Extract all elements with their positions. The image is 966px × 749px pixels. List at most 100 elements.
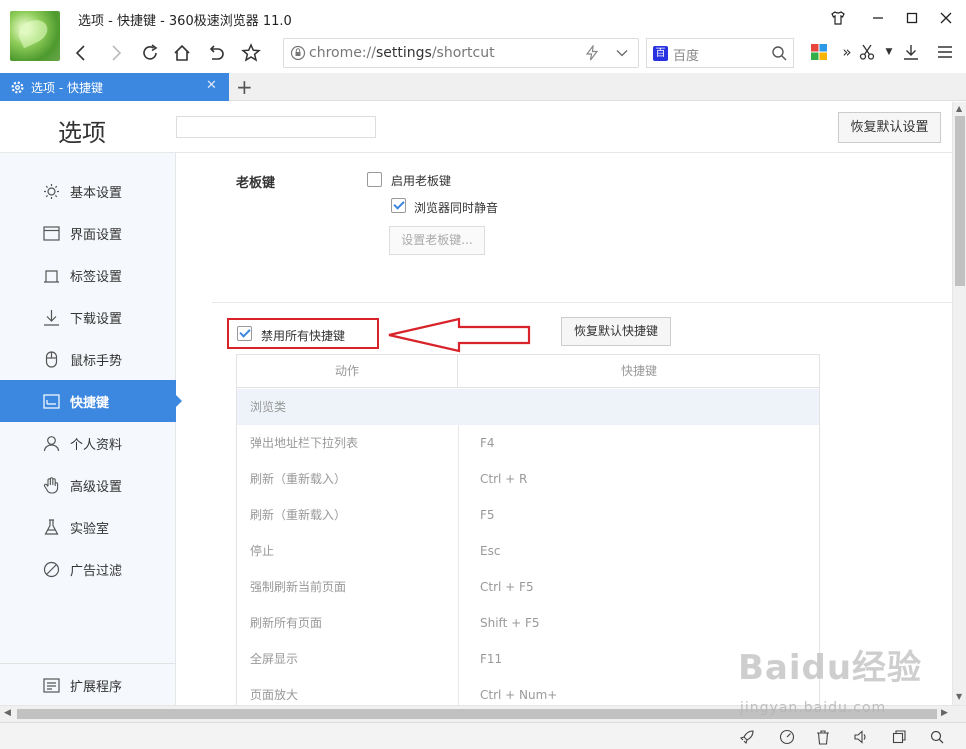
tab-strip: 选项 - 快捷键 ✕ + bbox=[0, 73, 966, 101]
column-header-action: 动作 bbox=[237, 355, 458, 388]
shortcut-cell[interactable]: Ctrl + R bbox=[480, 461, 527, 497]
scroll-right-arrow-icon[interactable]: ▶ bbox=[941, 708, 948, 718]
watermark-url: jingyan.baidu.com bbox=[740, 700, 887, 716]
screenshot-dropdown-icon[interactable]: ▼ bbox=[878, 41, 900, 63]
boss-key-section-label: 老板键 bbox=[236, 176, 276, 191]
apps-grid-icon[interactable] bbox=[808, 41, 830, 63]
mouse-icon bbox=[42, 350, 60, 368]
column-header-shortcut: 快捷键 bbox=[458, 355, 819, 388]
person-icon bbox=[42, 434, 60, 452]
sidebar-item-profile[interactable]: 个人资料 bbox=[0, 422, 176, 464]
chevron-down-icon[interactable] bbox=[614, 45, 630, 61]
sidebar-item-interface[interactable]: 界面设置 bbox=[0, 212, 176, 254]
sidebar-item-lab[interactable]: 实验室 bbox=[0, 506, 176, 548]
table-row[interactable]: 弹出地址栏下拉列表 F4 bbox=[237, 425, 819, 461]
home-button[interactable] bbox=[169, 40, 195, 66]
url-text[interactable]: chrome://settings/shortcut bbox=[309, 45, 495, 61]
sidebar-item-download[interactable]: 下载设置 bbox=[0, 296, 176, 338]
download-manager-icon[interactable] bbox=[900, 41, 922, 63]
shortcut-cell[interactable]: Shift + F5 bbox=[480, 605, 540, 641]
flask-icon bbox=[42, 518, 60, 536]
sidebar-item-basic[interactable]: 基本设置 bbox=[0, 170, 176, 212]
extensions-icon bbox=[42, 676, 60, 694]
trash-icon[interactable] bbox=[814, 728, 832, 746]
address-bar[interactable]: chrome://settings/shortcut bbox=[283, 38, 639, 68]
download-icon bbox=[42, 308, 60, 326]
shortcut-cell[interactable]: F5 bbox=[480, 497, 495, 533]
block-icon bbox=[42, 560, 60, 578]
scroll-up-arrow-icon[interactable]: ▲ bbox=[956, 104, 962, 113]
shortcut-table: 动作 快捷键 浏览类 弹出地址栏下拉列表 F4 刷新（重新载入） Ctrl + … bbox=[236, 354, 820, 705]
table-row[interactable]: 页面放大 Ctrl + Num+ bbox=[237, 677, 819, 705]
mute-browser-label[interactable]: 浏览器同时静音 bbox=[414, 199, 498, 216]
undo-close-tab-button[interactable] bbox=[203, 40, 229, 66]
sidebar-item-shortcuts[interactable]: 快捷键 bbox=[0, 380, 182, 422]
shortcut-cell[interactable]: Esc bbox=[480, 533, 500, 569]
sidebar-item-tabs[interactable]: 标签设置 bbox=[0, 254, 176, 296]
search-icon[interactable] bbox=[771, 45, 788, 62]
tab-icon bbox=[42, 266, 60, 284]
bolt-icon[interactable] bbox=[584, 45, 600, 61]
table-row[interactable]: 全屏显示 F11 bbox=[237, 641, 819, 677]
scroll-left-arrow-icon[interactable]: ◀ bbox=[4, 708, 11, 718]
vertical-scrollbar[interactable]: ▲ ▼ bbox=[952, 102, 966, 705]
baidu-watermark: Baidu经验 jingyan.baidu.com bbox=[738, 640, 928, 720]
section-divider bbox=[212, 302, 952, 303]
enable-boss-key-checkbox[interactable] bbox=[367, 172, 382, 187]
shortcut-cell[interactable]: F4 bbox=[480, 425, 495, 461]
more-tools-chevron-icon[interactable]: » bbox=[836, 41, 858, 63]
scissors-screenshot-icon[interactable] bbox=[856, 41, 878, 63]
sidebar-item-mouse-gesture[interactable]: 鼠标手势 bbox=[0, 338, 176, 380]
scroll-down-arrow-icon[interactable]: ▼ bbox=[956, 692, 962, 701]
close-window-button[interactable] bbox=[932, 6, 960, 30]
watermark-brand: Baidu经验 bbox=[738, 648, 923, 688]
new-tab-button[interactable]: + bbox=[236, 75, 253, 99]
restore-defaults-button[interactable]: 恢复默认设置 bbox=[838, 112, 941, 143]
set-boss-key-button[interactable]: 设置老板键... bbox=[389, 226, 485, 255]
table-row[interactable]: 强制刷新当前页面 Ctrl + F5 bbox=[237, 569, 819, 605]
page-info-icon[interactable] bbox=[290, 45, 306, 61]
reload-button[interactable] bbox=[137, 40, 163, 66]
minimize-button[interactable] bbox=[864, 6, 892, 30]
speed-dial-icon[interactable] bbox=[778, 728, 796, 746]
restore-default-shortcuts-button[interactable]: 恢复默认快捷键 bbox=[561, 317, 671, 346]
vertical-scroll-thumb[interactable] bbox=[955, 116, 965, 286]
skin-shirt-icon[interactable] bbox=[824, 6, 852, 30]
shortcut-cell[interactable]: Ctrl + F5 bbox=[480, 569, 534, 605]
shortcut-cell[interactable]: F11 bbox=[480, 641, 502, 677]
table-row[interactable]: 刷新所有页面 Shift + F5 bbox=[237, 605, 819, 641]
settings-page: 选项 恢复默认设置 基本设置 界面设置 标签设置 下载设置 鼠标手势 快捷键 个… bbox=[0, 102, 952, 705]
rocket-accelerate-icon[interactable] bbox=[738, 728, 756, 746]
sidebar-item-extensions[interactable]: 扩展程序 bbox=[0, 664, 176, 705]
browser-logo bbox=[10, 11, 60, 61]
page-header: 选项 恢复默认设置 bbox=[0, 102, 952, 153]
settings-search-input[interactable] bbox=[176, 116, 376, 138]
table-row[interactable]: 刷新（重新载入） Ctrl + R bbox=[237, 461, 819, 497]
table-row[interactable]: 停止 Esc bbox=[237, 533, 819, 569]
close-tab-icon[interactable]: ✕ bbox=[206, 78, 217, 93]
mute-browser-checkbox[interactable] bbox=[391, 198, 406, 213]
action-cell: 刷新（重新载入） bbox=[250, 472, 347, 486]
bookmark-star-button[interactable] bbox=[238, 40, 264, 66]
baidu-paw-icon[interactable]: 百 bbox=[653, 46, 668, 61]
settings-sidebar: 基本设置 界面设置 标签设置 下载设置 鼠标手势 快捷键 个人资料 高级设置 实… bbox=[0, 153, 182, 705]
window-icon bbox=[42, 224, 60, 242]
volume-icon[interactable] bbox=[852, 728, 870, 746]
forward-button[interactable] bbox=[103, 40, 129, 66]
window-restore-icon[interactable] bbox=[890, 728, 908, 746]
enable-boss-key-label[interactable]: 启用老板键 bbox=[391, 172, 451, 189]
zoom-search-icon[interactable] bbox=[928, 728, 946, 746]
back-button[interactable] bbox=[68, 40, 94, 66]
menu-icon[interactable] bbox=[934, 41, 956, 63]
sun-icon bbox=[42, 182, 60, 200]
sidebar-item-adblock[interactable]: 广告过滤 bbox=[0, 548, 176, 590]
shortcut-cell[interactable]: Ctrl + Num+ bbox=[480, 677, 557, 705]
search-box[interactable]: 百 百度 bbox=[646, 38, 794, 68]
action-cell: 弹出地址栏下拉列表 bbox=[250, 436, 359, 450]
tab-settings-shortcut[interactable]: 选项 - 快捷键 ✕ bbox=[0, 73, 229, 101]
table-row[interactable]: 刷新（重新载入） F5 bbox=[237, 497, 819, 533]
maximize-button[interactable] bbox=[898, 6, 926, 30]
sidebar-item-advanced[interactable]: 高级设置 bbox=[0, 464, 176, 506]
action-cell: 刷新（重新载入） bbox=[250, 508, 347, 522]
keyboard-icon bbox=[42, 392, 60, 410]
